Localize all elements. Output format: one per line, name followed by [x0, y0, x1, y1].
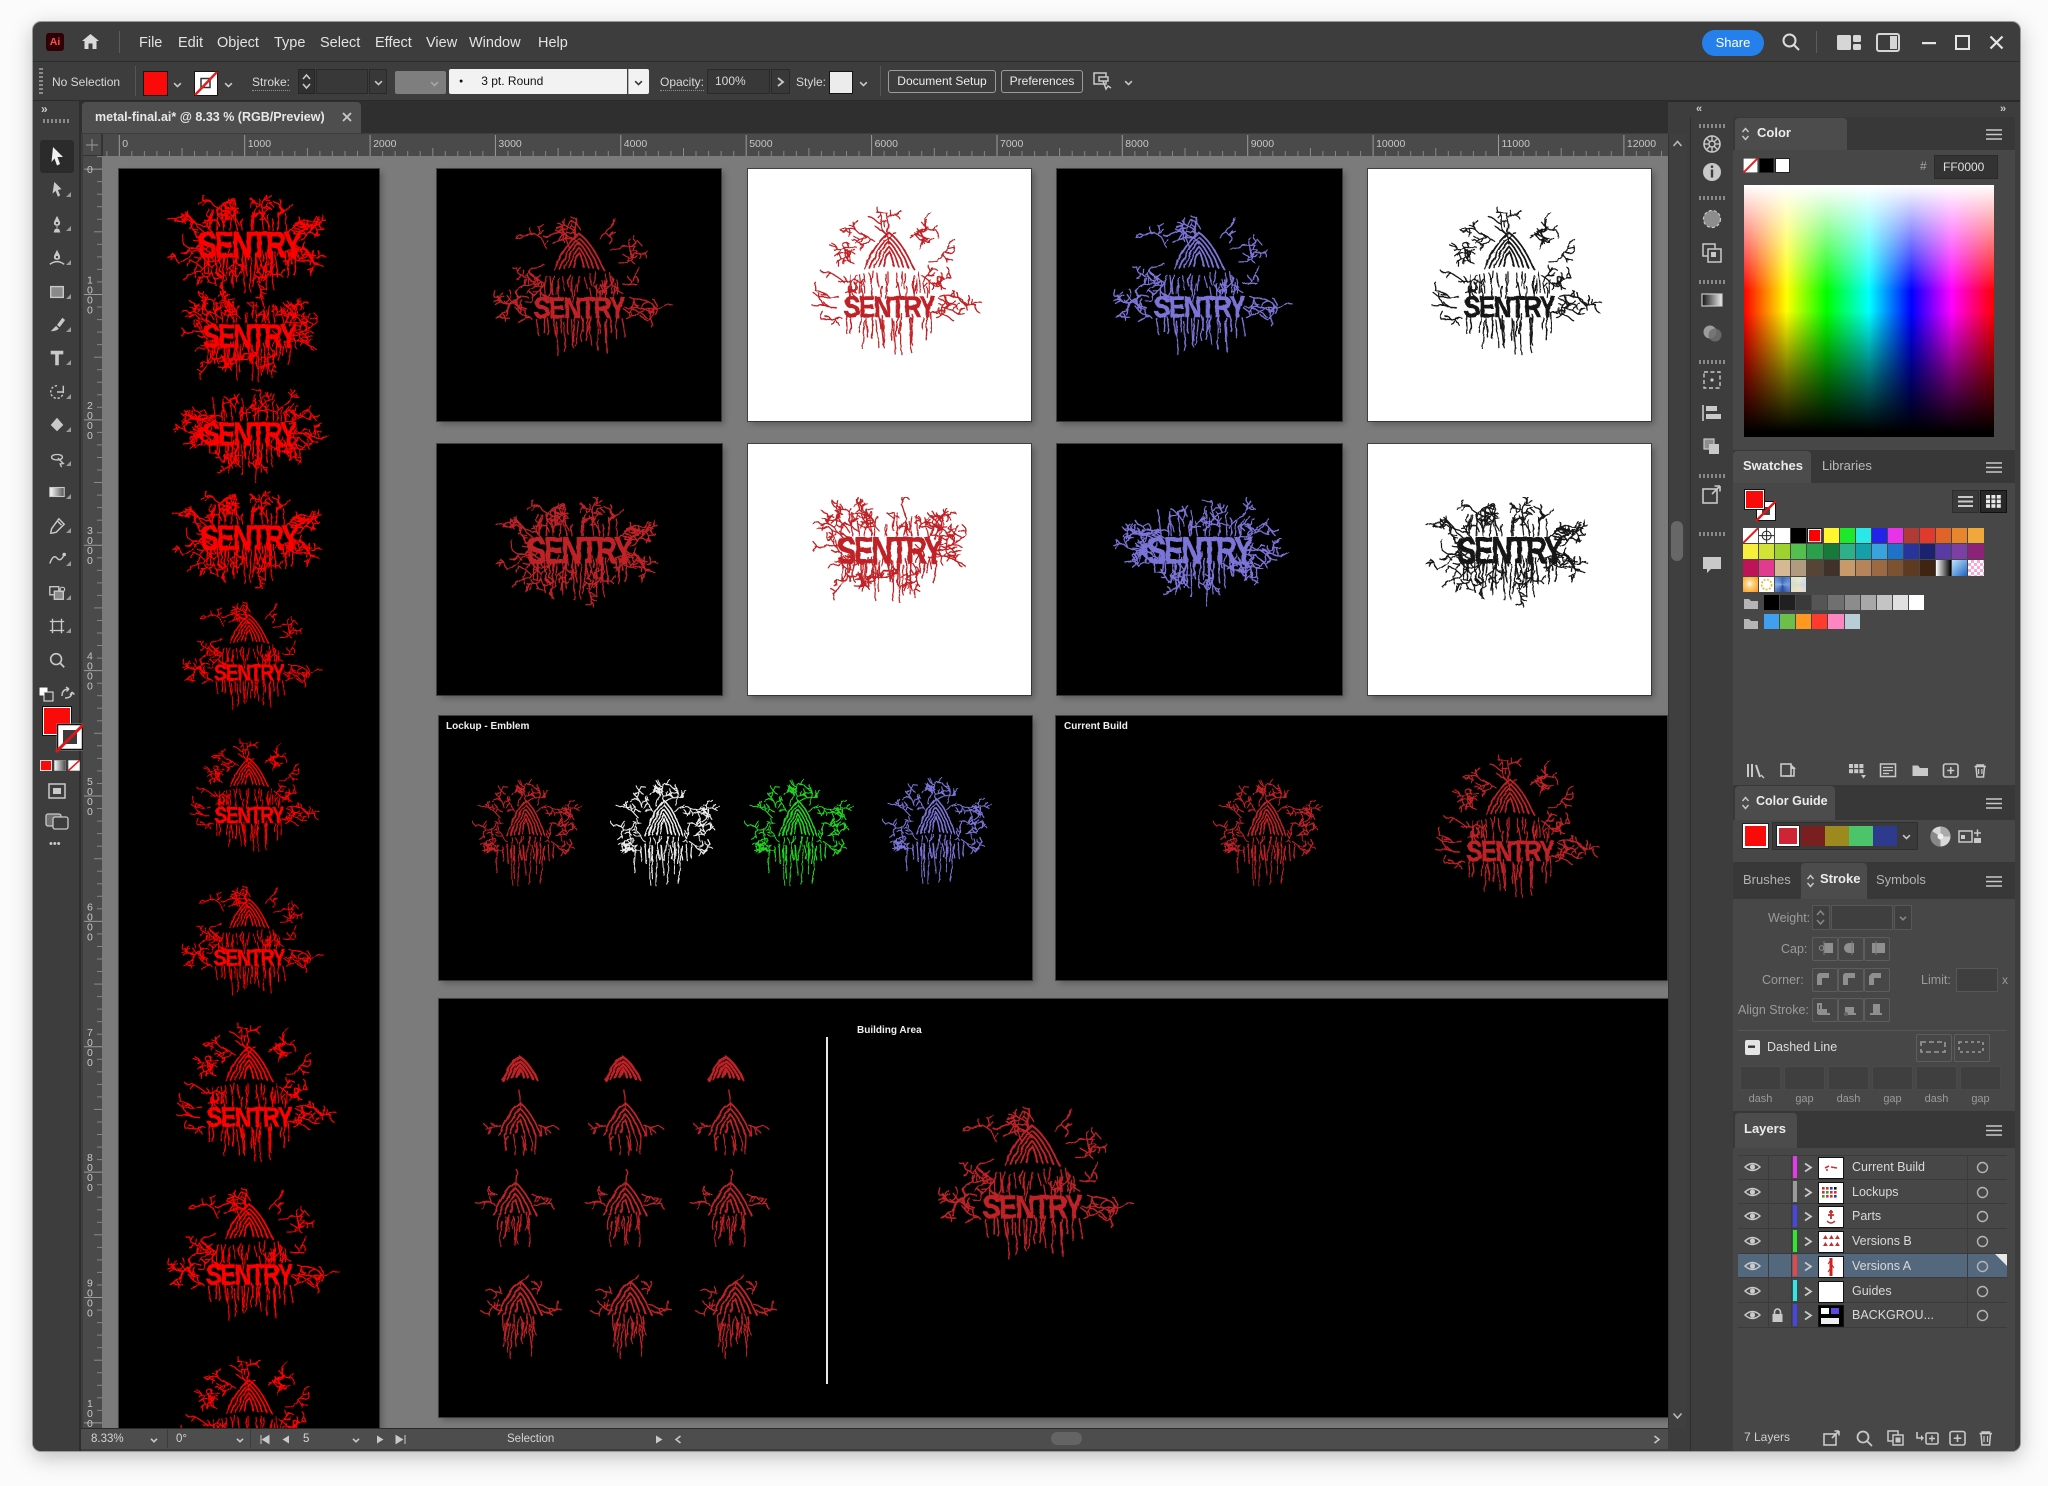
svg-text:8000: 8000 — [1125, 138, 1149, 150]
svg-text:0: 0 — [87, 1418, 93, 1428]
svg-text:0: 0 — [87, 681, 93, 693]
svg-text:0: 0 — [87, 1057, 93, 1069]
svg-text:0: 0 — [87, 555, 93, 567]
svg-text:10000: 10000 — [1376, 138, 1405, 150]
svg-text:0: 0 — [122, 138, 128, 150]
svg-text:11000: 11000 — [1502, 138, 1531, 150]
svg-text:0: 0 — [87, 1308, 93, 1320]
svg-text:0: 0 — [87, 931, 93, 943]
svg-text:0: 0 — [87, 164, 93, 176]
svg-text:0: 0 — [87, 806, 93, 818]
svg-text:7000: 7000 — [1000, 138, 1024, 150]
svg-text:1000: 1000 — [248, 138, 272, 150]
svg-text:5000: 5000 — [749, 138, 773, 150]
svg-text:0: 0 — [87, 1182, 93, 1194]
svg-text:0: 0 — [87, 305, 93, 317]
svg-text:6000: 6000 — [875, 138, 899, 150]
svg-text:12000: 12000 — [1627, 138, 1656, 150]
svg-text:0: 0 — [87, 430, 93, 442]
svg-text:4000: 4000 — [624, 138, 648, 150]
svg-text:9000: 9000 — [1251, 138, 1275, 150]
svg-text:3000: 3000 — [498, 138, 522, 150]
svg-text:2000: 2000 — [373, 138, 397, 150]
